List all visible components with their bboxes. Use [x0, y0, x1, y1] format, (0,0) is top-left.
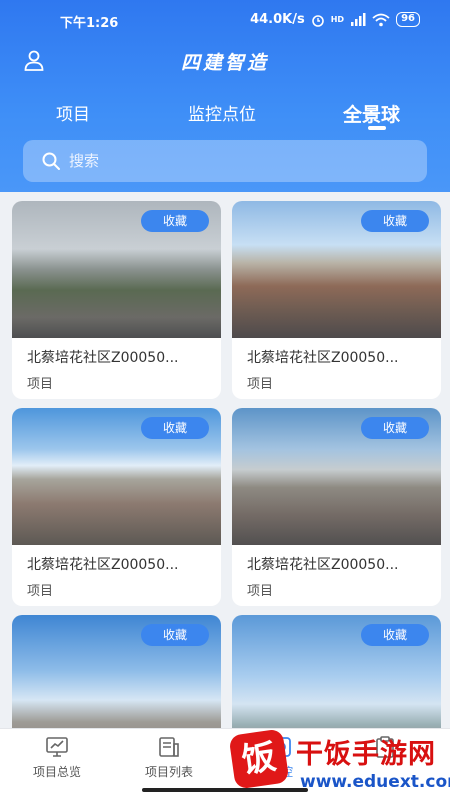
tab-monitor-points[interactable]: 监控点位 [188, 100, 256, 125]
card-subtitle: 项目 [27, 584, 54, 599]
nav-label: 项目总览 [32, 765, 81, 779]
nav-label: 项目列表 [144, 765, 193, 779]
panorama-card[interactable]: 收藏 北蔡培花社区Z00050... 项目 [232, 408, 441, 606]
app-title: 四建智造 [180, 52, 269, 74]
panorama-card[interactable]: 收藏 北蔡培花社区Z00050... 项目 [232, 201, 441, 399]
favorite-button[interactable]: 收藏 [361, 417, 429, 439]
card-title: 北蔡培花社区Z00050... [247, 557, 399, 573]
status-bar: 下午1:26 44.0K/s HD 96 [0, 12, 450, 32]
favorite-button[interactable]: 收藏 [141, 210, 209, 232]
panorama-card[interactable]: 收藏 北蔡培花社区Z00050... 项目 [12, 408, 221, 606]
card-subtitle: 项目 [247, 584, 274, 599]
panorama-card[interactable]: 收藏 北蔡培花社区Z00050... 项目 [12, 201, 221, 399]
favorite-button[interactable]: 收藏 [361, 624, 429, 646]
app-header: 下午1:26 44.0K/s HD 96 四建智造 项目 监控点位 全景球 [0, 0, 450, 192]
monitor-chart-icon [46, 737, 68, 757]
favorite-button[interactable]: 收藏 [141, 624, 209, 646]
network-speed: 44.0K/s [250, 12, 305, 27]
battery-indicator: 96 [396, 12, 420, 27]
tab-panorama[interactable]: 全景球 [343, 100, 400, 127]
search-bar[interactable] [23, 140, 427, 182]
search-icon [42, 152, 60, 170]
watermark-url: www.eduext.com [300, 772, 450, 792]
favorite-button[interactable]: 收藏 [141, 417, 209, 439]
tab-bar: 项目 监控点位 全景球 [0, 100, 450, 136]
favorite-button[interactable]: 收藏 [361, 210, 429, 232]
card-subtitle: 项目 [247, 377, 274, 392]
active-tab-indicator [368, 126, 386, 130]
card-title: 北蔡培花社区Z00050... [27, 350, 179, 366]
signal-hd: HD [330, 15, 345, 24]
panorama-card[interactable]: 收藏 [232, 615, 441, 728]
card-title: 北蔡培花社区Z00050... [27, 557, 179, 573]
alarm-icon [311, 14, 324, 27]
signal-icon [351, 13, 366, 26]
status-indicators: 44.0K/s HD 96 [250, 12, 420, 27]
site-watermark: 饭 干饭手游网 www.eduext.com [226, 728, 450, 800]
tab-project[interactable]: 项目 [56, 100, 90, 125]
card-subtitle: 项目 [27, 377, 54, 392]
wifi-icon [372, 13, 390, 26]
search-input[interactable] [69, 152, 399, 170]
card-title: 北蔡培花社区Z00050... [247, 350, 399, 366]
watermark-name: 干饭手游网 [296, 739, 436, 770]
watermark-logo: 饭 [228, 728, 290, 790]
document-list-icon [159, 737, 179, 757]
panorama-grid: 收藏 北蔡培花社区Z00050... 项目 收藏 北蔡培花社区Z00050...… [0, 192, 450, 728]
nav-project-overview[interactable]: 项目总览 [12, 735, 102, 780]
panorama-card[interactable]: 收藏 [12, 615, 221, 728]
status-time: 下午1:26 [60, 16, 119, 31]
nav-project-list[interactable]: 项目列表 [124, 735, 214, 780]
